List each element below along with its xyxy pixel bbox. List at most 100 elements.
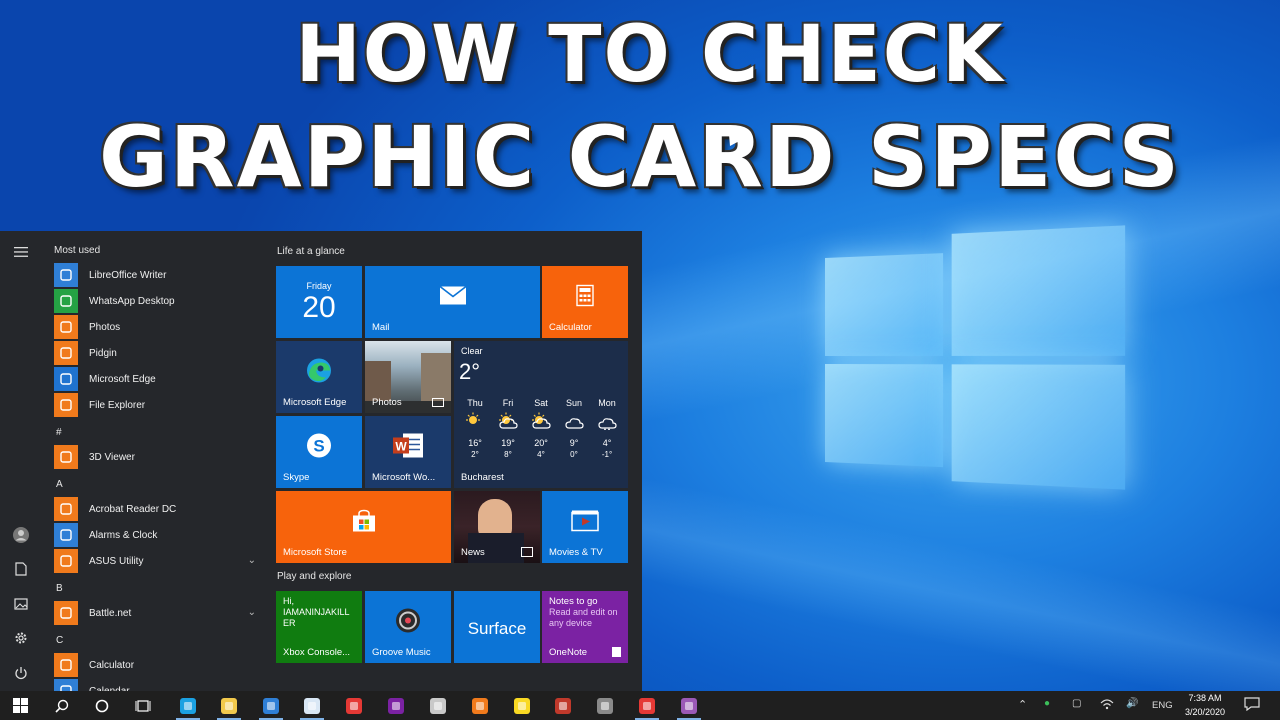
network-icon[interactable]: ▢: [1072, 698, 1081, 709]
weather-temperature: 2°: [459, 359, 480, 385]
weather-day-name: Mon: [593, 398, 621, 408]
mail-app-taskbar-icon[interactable]: [261, 696, 281, 715]
app-list-item[interactable]: 3D Viewer: [54, 445, 264, 469]
tray-app-icon[interactable]: ●: [1044, 698, 1050, 709]
groove-tile[interactable]: Groove Music: [365, 591, 451, 663]
app-list-item-label: 3D Viewer: [89, 452, 135, 463]
clock-date[interactable]: 3/20/2020: [1180, 707, 1230, 717]
app-list-item[interactable]: Calculator: [54, 653, 264, 677]
sticky-notes-taskbar-icon[interactable]: [512, 696, 532, 715]
app-list-item-label: Photos: [89, 322, 120, 333]
weather-city: Bucharest: [461, 472, 504, 483]
whatsapp-taskbar-icon[interactable]: [470, 696, 490, 715]
snow-cloud-icon: [593, 412, 621, 432]
pidgin-taskbar-icon[interactable]: [679, 696, 699, 715]
calculator-icon: [54, 653, 78, 677]
app-list-item[interactable]: Acrobat Reader DC: [54, 497, 264, 521]
opera-taskbar-icon[interactable]: [344, 696, 364, 715]
onenote-taskbar-icon[interactable]: [386, 696, 406, 715]
app-list-item-label: Pidgin: [89, 348, 117, 359]
news-tile[interactable]: News: [454, 491, 540, 563]
app-list-item[interactable]: Battle.net ⌄: [54, 601, 264, 625]
calculator-tile[interactable]: Calculator: [542, 266, 628, 338]
vivaldi-taskbar-icon[interactable]: [637, 696, 657, 715]
section-header-b[interactable]: B: [56, 583, 63, 594]
app-taskbar-icon[interactable]: [595, 696, 615, 715]
svg-text:W: W: [395, 440, 407, 454]
windows-logo-wallpaper: [825, 225, 1125, 489]
onenote-small-icon: [612, 647, 621, 657]
app-list: Most used LibreOffice Writer WhatsApp Des…: [54, 231, 264, 691]
weather-tile[interactable]: Clear 2° Thu 16° 2° Fri 19° 8° Sat 20° 4° Sun 9° 0°…: [454, 341, 628, 488]
skype-tile[interactable]: S Skype: [276, 416, 362, 488]
start-button[interactable]: [10, 696, 30, 715]
app-list-item[interactable]: WhatsApp Desktop: [54, 289, 264, 313]
clock-time[interactable]: 7:38 AM: [1180, 693, 1230, 703]
language-indicator[interactable]: ENG: [1152, 700, 1173, 711]
app-list-item[interactable]: Photos: [54, 315, 264, 339]
surface-wordmark: Surface: [454, 619, 540, 639]
user-avatar-icon[interactable]: [13, 527, 29, 543]
settings-gear-icon[interactable]: [13, 631, 29, 647]
skype-icon: S: [306, 433, 332, 464]
expand-chevron-icon[interactable]: ⌄: [248, 607, 256, 618]
folder-icon: [54, 549, 78, 573]
pictures-icon[interactable]: [13, 597, 29, 613]
weather-high-temp: 9°: [560, 438, 588, 448]
movies-tile[interactable]: Movies & TV: [542, 491, 628, 563]
section-header-a[interactable]: A: [56, 479, 63, 490]
app-list-item-label: LibreOffice Writer: [89, 270, 166, 281]
tile-group-heading: Play and explore: [277, 571, 352, 582]
weather-condition: Clear: [461, 346, 483, 356]
action-center-icon[interactable]: [1244, 697, 1260, 714]
folder-icon: [54, 393, 78, 417]
app-list-item[interactable]: Microsoft Edge: [54, 367, 264, 391]
groove-music-icon: [394, 607, 422, 640]
weather-low-temp: -1°: [593, 450, 621, 459]
store-tile[interactable]: Microsoft Store: [276, 491, 451, 563]
power-icon[interactable]: [13, 666, 29, 682]
onenote-tile[interactable]: Notes to go Read and edit on any device …: [542, 591, 628, 663]
file-explorer-taskbar-icon[interactable]: [219, 696, 239, 715]
search-icon[interactable]: [52, 696, 72, 715]
app-list-item-label: Battle.net: [89, 608, 131, 619]
photos-label: Photos: [372, 397, 402, 408]
mail-tile[interactable]: Mail: [365, 266, 540, 338]
section-header-hash[interactable]: #: [56, 427, 62, 438]
cortana-icon[interactable]: [92, 696, 112, 715]
show-hidden-icons-chevron-icon[interactable]: ⌃: [1018, 698, 1027, 711]
volume-icon[interactable]: 🔊: [1126, 698, 1138, 709]
photos-tile[interactable]: Photos: [365, 341, 451, 413]
task-view-icon[interactable]: [133, 696, 153, 715]
notepad-taskbar-icon[interactable]: [302, 696, 322, 715]
edge-taskbar-icon[interactable]: [178, 696, 198, 715]
app-list-item[interactable]: Alarms & Clock: [54, 523, 264, 547]
hamburger-menu-icon[interactable]: [13, 245, 29, 261]
cube-icon: [54, 445, 78, 469]
steam-taskbar-icon[interactable]: [428, 696, 448, 715]
documents-icon[interactable]: [13, 562, 29, 578]
xbox-tile[interactable]: Hi, IAMANINJAKILL ER Xbox Console...: [276, 591, 362, 663]
cloud-icon: [560, 412, 588, 432]
calendar-date: 20: [276, 291, 362, 325]
sun-icon: [461, 412, 489, 432]
expand-chevron-icon[interactable]: ⌄: [248, 555, 256, 566]
document-icon: [54, 263, 78, 287]
app-list-item[interactable]: Pidgin: [54, 341, 264, 365]
store-bag-icon: [351, 509, 377, 538]
wifi-icon[interactable]: [1100, 698, 1114, 713]
weather-day-name: Thu: [461, 398, 489, 408]
monitor-app-taskbar-icon[interactable]: [553, 696, 573, 715]
calendar-tile[interactable]: Friday 20: [276, 266, 362, 338]
word-tile[interactable]: W Microsoft Wo...: [365, 416, 451, 488]
app-list-item-label: Alarms & Clock: [89, 530, 157, 541]
surface-tile[interactable]: Surface: [454, 591, 540, 663]
weather-low-temp: 8°: [494, 450, 522, 459]
app-list-item[interactable]: Calendar: [54, 679, 264, 691]
app-list-item[interactable]: ASUS Utility ⌄: [54, 549, 264, 573]
app-list-item[interactable]: File Explorer: [54, 393, 264, 417]
app-list-item[interactable]: LibreOffice Writer: [54, 263, 264, 287]
pidgin-icon: [54, 341, 78, 365]
section-header-c[interactable]: C: [56, 635, 63, 646]
edge-tile[interactable]: Microsoft Edge: [276, 341, 362, 413]
